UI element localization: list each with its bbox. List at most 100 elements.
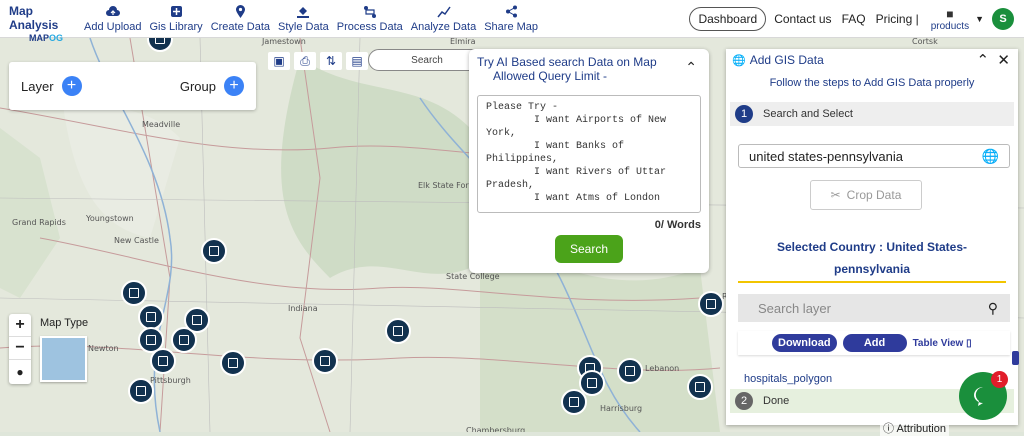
map-type-thumbnail[interactable] bbox=[40, 336, 87, 382]
word-count: 0/ Words bbox=[654, 219, 701, 231]
close-icon[interactable]: ✕ bbox=[997, 52, 1010, 69]
crop-label: Crop Data bbox=[846, 188, 902, 202]
step-1-label: Search and Select bbox=[763, 108, 853, 120]
ai-panel-subtitle: Allowed Query Limit - bbox=[493, 69, 608, 83]
step-1[interactable]: 1 Search and Select bbox=[730, 102, 1014, 126]
nav-share-map-label: Share Map bbox=[484, 20, 539, 33]
ai-search-panel: Try AI Based search Data on Map Allowed … bbox=[469, 49, 709, 273]
nav-create-data-label: Create Data bbox=[210, 20, 270, 33]
faq-link[interactable]: FAQ bbox=[842, 12, 866, 26]
hospital-marker[interactable] bbox=[312, 348, 338, 374]
caret-down-icon[interactable]: ▼ bbox=[975, 14, 984, 24]
selected-country: Selected Country : United States- pennsy… bbox=[776, 240, 968, 276]
country-value: united states-pennsylvania bbox=[749, 148, 903, 164]
contact-link[interactable]: Contact us bbox=[774, 12, 831, 26]
hospital-marker[interactable] bbox=[698, 291, 724, 317]
hospital-marker[interactable] bbox=[617, 358, 643, 384]
divider bbox=[738, 281, 1006, 283]
nav-gis-library-label: Gis Library bbox=[149, 20, 203, 33]
hospital-marker[interactable] bbox=[184, 307, 210, 333]
cube-icon: ■ bbox=[946, 6, 954, 21]
nav-add-upload[interactable]: Add Upload bbox=[80, 0, 146, 38]
step-2-label: Done bbox=[763, 395, 790, 407]
nav-process-data[interactable]: Process Data bbox=[333, 0, 407, 38]
hospital-marker[interactable] bbox=[220, 350, 246, 376]
chat-icon bbox=[974, 387, 983, 406]
process-icon bbox=[362, 5, 378, 19]
crop-data-button[interactable]: ✂ Crop Data bbox=[810, 180, 922, 210]
hospital-marker[interactable] bbox=[687, 374, 713, 400]
top-navbar: Map Analysis MAPOG Add Upload Gis Librar… bbox=[0, 0, 1024, 43]
analyze-icon bbox=[436, 5, 452, 19]
add-layer-icon[interactable]: + bbox=[61, 76, 82, 96]
add-button[interactable]: Add bbox=[842, 334, 907, 352]
search-layer-placeholder: Search layer bbox=[758, 300, 831, 316]
group-control: Group + bbox=[180, 76, 244, 96]
table-view-button[interactable]: Table View ▯ bbox=[913, 338, 972, 349]
chat-badge: 1 bbox=[991, 371, 1008, 388]
hospital-marker[interactable] bbox=[561, 389, 587, 415]
nav-gis-library[interactable]: Gis Library bbox=[146, 0, 207, 38]
search-icon[interactable]: ⚲ bbox=[988, 300, 998, 317]
measure-icon[interactable]: ⇅ bbox=[320, 52, 342, 70]
gis-panel-controls: ⌃ ✕ bbox=[977, 51, 1011, 69]
hospital-marker[interactable] bbox=[128, 378, 154, 404]
layer-actions: Download Add Table View ▯ bbox=[738, 331, 1010, 355]
globe-icon[interactable]: 🌐 bbox=[982, 148, 999, 165]
layer-list-item[interactable]: hospitals_polygon bbox=[744, 373, 832, 385]
nav-share-map[interactable]: Share Map bbox=[480, 0, 542, 38]
hospital-marker[interactable] bbox=[201, 238, 227, 264]
country-input[interactable]: united states-pennsylvania 🌐 bbox=[738, 144, 1010, 168]
search-layer-input[interactable]: Search layer ⚲ bbox=[738, 294, 1010, 322]
hospital-marker[interactable] bbox=[121, 280, 147, 306]
info-icon: ⓘ bbox=[883, 423, 894, 435]
user-avatar[interactable]: S bbox=[992, 8, 1014, 30]
nav-analyze-data[interactable]: Analyze Data bbox=[407, 0, 480, 38]
fullscreen-icon[interactable]: ▣ bbox=[268, 52, 290, 70]
crop-icon: ✂ bbox=[830, 188, 841, 202]
nav-process-data-label: Process Data bbox=[336, 20, 403, 33]
dashboard-button[interactable]: Dashboard bbox=[689, 7, 767, 31]
nav-style-data-label: Style Data bbox=[278, 20, 329, 33]
gis-panel-subtitle: Follow the steps to Add GIS Data properl… bbox=[769, 77, 975, 89]
pricing-link[interactable]: Pricing | bbox=[876, 12, 919, 26]
chevron-up-icon[interactable]: ⌃ bbox=[685, 59, 697, 76]
nav-analyze-data-label: Analyze Data bbox=[410, 20, 477, 33]
ai-query-textarea[interactable]: Please Try - I want Airports of New York… bbox=[477, 95, 701, 213]
share-icon bbox=[503, 5, 519, 19]
add-gis-data-panel: 🌐 Add GIS Data ⌃ ✕ Follow the steps to A… bbox=[726, 49, 1018, 425]
reset-view-icon[interactable]: ● bbox=[9, 360, 31, 383]
download-button[interactable]: Download bbox=[772, 334, 837, 352]
zoom-control: + − ● bbox=[9, 314, 31, 384]
nav-add-upload-label: Add Upload bbox=[84, 20, 142, 33]
add-group-icon[interactable]: + bbox=[224, 76, 244, 96]
zoom-in-button[interactable]: + bbox=[9, 314, 31, 337]
globe-icon: 🌐 bbox=[732, 54, 746, 67]
products-label: products bbox=[930, 20, 970, 32]
products-menu[interactable]: ■ products bbox=[931, 7, 969, 32]
map-type-label: Map Type bbox=[40, 317, 89, 329]
gis-panel-title: Add GIS Data bbox=[749, 53, 824, 67]
pin-icon bbox=[232, 4, 248, 19]
panel-scrollbar[interactable] bbox=[1012, 351, 1019, 365]
group-label: Group bbox=[179, 78, 216, 94]
layer-group-panel: Layer + Group + bbox=[9, 62, 256, 110]
chevron-up-icon[interactable]: ⌃ bbox=[977, 52, 990, 69]
brand-sub: MAPOG bbox=[29, 32, 64, 43]
attribution[interactable]: ⓘ Attribution bbox=[880, 420, 949, 436]
zoom-out-button[interactable]: − bbox=[9, 337, 31, 360]
brand-logo[interactable]: Map Analysis MAPOG bbox=[0, 0, 80, 43]
hospital-marker[interactable] bbox=[150, 348, 176, 374]
ai-search-button[interactable]: Search bbox=[555, 235, 623, 263]
ai-panel-title: Try AI Based search Data on Map bbox=[477, 55, 657, 69]
layer-control: Layer + bbox=[21, 76, 82, 96]
cloud-upload-icon bbox=[105, 5, 121, 19]
comment-icon[interactable]: ▤ bbox=[346, 52, 368, 70]
nav-style-data[interactable]: Style Data bbox=[274, 0, 333, 38]
header-right: Dashboard Contact us FAQ Pricing | ■ pro… bbox=[689, 0, 1024, 38]
step-2-number: 2 bbox=[735, 392, 753, 410]
hospital-marker[interactable] bbox=[385, 318, 411, 344]
paint-bucket-icon bbox=[295, 5, 311, 19]
print-icon[interactable]: ⎙ bbox=[294, 52, 316, 70]
nav-create-data[interactable]: Create Data bbox=[207, 0, 274, 38]
